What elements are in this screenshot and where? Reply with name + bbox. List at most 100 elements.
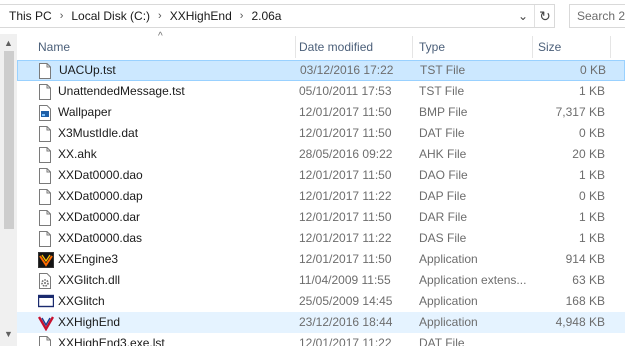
file-row[interactable]: XXDat0000.das 12/01/2017 11:22 DAS File 1 K… — [17, 228, 625, 249]
file-row[interactable]: UnattendedMessage.tst 05/10/2011 17:53 TST… — [17, 81, 625, 102]
file-size: 1 KB — [578, 168, 605, 182]
xxengine-app-icon — [38, 252, 54, 268]
breadcrumb-this-pc[interactable]: This PC — [6, 9, 55, 23]
file-row[interactable]: UACUp.tst 03/12/2016 17:22 TST File 0 KB — [17, 60, 625, 81]
breadcrumb-xxhighend[interactable]: XXHighEnd — [167, 9, 235, 23]
file-size: 1 KB — [578, 231, 605, 245]
search-input[interactable]: Search 2.06a — [569, 4, 625, 28]
column-divider[interactable] — [610, 36, 611, 58]
file-row[interactable]: XX.ahk 28/05/2016 09:22 AHK File 20 KB — [17, 144, 625, 165]
breadcrumb-separator-icon[interactable]: › — [55, 10, 69, 22]
file-name: XXHighEnd3.exe.lst — [58, 336, 165, 346]
scroll-down-icon[interactable]: ▼ — [0, 325, 17, 342]
column-header-size[interactable]: Size — [534, 34, 614, 60]
search-placeholder: Search 2.06a — [577, 9, 625, 23]
file-type: Application — [419, 315, 478, 329]
file-date-modified: 12/01/2017 11:22 — [299, 231, 392, 245]
file-type: Application extens... — [419, 273, 527, 287]
file-name: XXDat0000.dar — [58, 210, 141, 224]
file-type: Application — [419, 294, 478, 308]
file-size: 63 KB — [572, 273, 605, 287]
file-type: AHK File — [419, 147, 467, 161]
file-name: XXGlitch.dll — [58, 273, 121, 287]
file-type: TST File — [420, 63, 466, 77]
file-row[interactable]: XXGlitch 25/05/2009 14:45 Application 168 K… — [17, 291, 625, 312]
column-header-date-modified[interactable]: Date modified — [295, 34, 412, 60]
file-name: XXHighEnd — [58, 315, 121, 329]
file-size: 0 KB — [578, 189, 605, 203]
file-name: XXGlitch — [58, 294, 105, 308]
document-icon — [38, 147, 52, 163]
scroll-up-icon[interactable]: ▲ — [0, 34, 17, 51]
file-size: 20 KB — [572, 147, 605, 161]
xxhighend-app-icon — [37, 315, 55, 332]
document-icon — [38, 210, 52, 226]
file-date-modified: 12/01/2017 11:50 — [299, 105, 392, 119]
vertical-scrollbar[interactable]: ▲ ▼ — [0, 34, 17, 346]
file-date-modified: 03/12/2016 17:22 — [300, 63, 394, 77]
file-date-modified: 12/01/2017 11:50 — [299, 126, 392, 140]
dll-gear-icon — [38, 273, 52, 289]
breadcrumb-local-disk[interactable]: Local Disk (C:) — [68, 9, 153, 23]
file-size: 168 KB — [565, 294, 605, 308]
file-date-modified: 12/01/2017 11:50 — [299, 168, 392, 182]
file-date-modified: 12/01/2017 11:22 — [299, 336, 392, 346]
refresh-icon[interactable]: ↻ — [534, 5, 555, 27]
scrollbar-thumb[interactable] — [4, 51, 14, 229]
file-type: DAS File — [419, 231, 467, 245]
bitmap-icon — [38, 105, 52, 121]
document-icon — [38, 189, 52, 205]
file-date-modified: 12/01/2017 11:50 — [299, 252, 392, 266]
file-size: 1 KB — [578, 84, 605, 98]
file-type: BMP File — [419, 105, 468, 119]
address-history-dropdown-icon[interactable]: ⌄ — [512, 5, 534, 27]
file-row[interactable]: XXGlitch.dll 11/04/2009 11:55 Application … — [17, 270, 625, 291]
column-divider[interactable] — [532, 36, 533, 58]
file-name: XXDat0000.dao — [58, 168, 143, 182]
document-icon — [38, 231, 52, 247]
window-app-icon — [37, 294, 55, 310]
file-row[interactable]: XXDat0000.dap 12/01/2017 11:22 DAP File 0 K… — [17, 186, 625, 207]
file-name: Wallpaper — [58, 105, 112, 119]
file-name: XXDat0000.dap — [58, 189, 143, 203]
column-header-type[interactable]: Type — [415, 34, 533, 60]
document-icon — [38, 168, 52, 184]
file-row[interactable]: XXDat0000.dao 12/01/2017 11:50 DAO File 1 K… — [17, 165, 625, 186]
file-date-modified: 11/04/2009 11:55 — [299, 273, 391, 287]
column-header-name[interactable]: Name — [34, 34, 296, 60]
breadcrumb: This PC › Local Disk (C:) › XXHighEnd › … — [6, 5, 284, 27]
file-size — [537, 333, 605, 346]
file-row[interactable]: XXHighEnd 23/12/2016 18:44 Application 4,94… — [17, 312, 625, 333]
file-name: XXEngine3 — [58, 252, 119, 266]
file-name: UnattendedMessage.tst — [58, 84, 185, 98]
file-size: 1 KB — [578, 210, 605, 224]
column-header-row: ^ Name Date modified Type Size — [17, 31, 625, 60]
file-date-modified: 25/05/2009 14:45 — [299, 294, 393, 308]
breadcrumb-separator-icon[interactable]: › — [235, 10, 249, 22]
file-row[interactable]: XXHighEnd3.exe.lst 12/01/2017 11:22 DAT Fi… — [17, 333, 625, 346]
breadcrumb-current-folder[interactable]: 2.06a — [248, 9, 284, 23]
file-type: Application — [419, 252, 478, 266]
file-type: DAP File — [419, 189, 467, 203]
file-type: DAT File — [419, 336, 465, 346]
document-icon — [38, 126, 52, 142]
file-row[interactable]: X3MustIdle.dat 12/01/2017 11:50 DAT File 0 … — [17, 123, 625, 144]
file-size: 0 KB — [579, 63, 606, 77]
file-row[interactable]: Wallpaper 12/01/2017 11:50 BMP File 7,317 K… — [17, 102, 625, 123]
file-name: XX.ahk — [58, 147, 97, 161]
file-name: X3MustIdle.dat — [58, 126, 139, 140]
file-row[interactable]: XXEngine3 12/01/2017 11:50 Application 914 … — [17, 249, 625, 270]
file-row[interactable]: XXDat0000.dar 12/01/2017 11:50 DAR File 1 K… — [17, 207, 625, 228]
file-name: UACUp.tst — [59, 63, 116, 77]
file-list: UACUp.tst 03/12/2016 17:22 TST File 0 KB Una… — [17, 60, 625, 346]
document-icon — [38, 63, 52, 79]
file-date-modified: 05/10/2011 17:53 — [299, 84, 392, 98]
breadcrumb-separator-icon[interactable]: › — [153, 10, 167, 22]
file-size: 7,317 KB — [555, 105, 605, 119]
file-type: DAO File — [419, 168, 468, 182]
column-divider[interactable] — [412, 36, 413, 58]
file-date-modified: 28/05/2016 09:22 — [299, 147, 393, 161]
address-bar[interactable]: This PC › Local Disk (C:) › XXHighEnd › … — [0, 4, 555, 28]
document-icon — [38, 336, 52, 346]
file-type: DAR File — [419, 210, 468, 224]
